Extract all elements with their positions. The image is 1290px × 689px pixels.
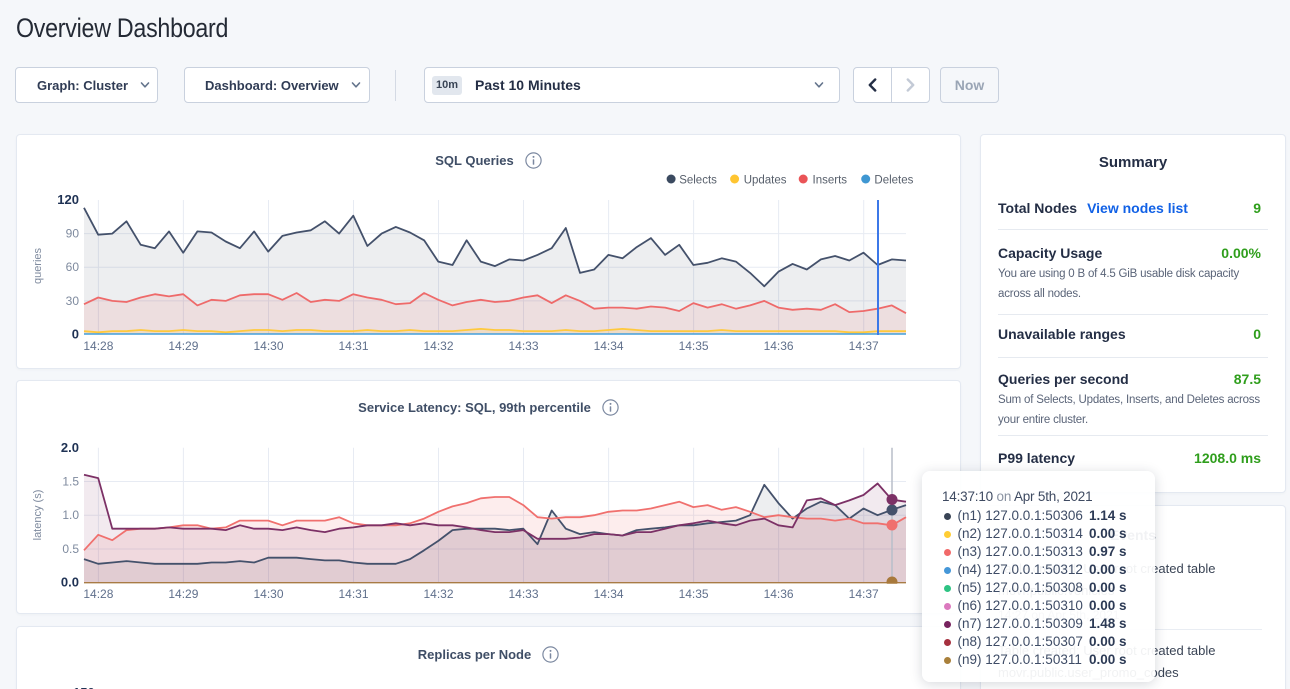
svg-text:queries: queries: [32, 247, 44, 284]
svg-text:14:36: 14:36: [764, 339, 794, 353]
svg-text:Inserts: Inserts: [813, 175, 848, 187]
svg-text:Selects: Selects: [679, 175, 717, 187]
svg-text:14:34: 14:34: [594, 587, 624, 601]
svg-text:0.0: 0.0: [61, 575, 79, 590]
svg-text:14:34: 14:34: [594, 339, 624, 353]
svg-text:14:37: 14:37: [849, 587, 879, 601]
svg-text:14:36: 14:36: [764, 587, 794, 601]
svg-text:14:37: 14:37: [849, 339, 879, 353]
svg-text:14:33: 14:33: [508, 587, 538, 601]
svg-text:14:31: 14:31: [338, 587, 368, 601]
svg-text:14:30: 14:30: [253, 587, 283, 601]
svg-text:0.5: 0.5: [62, 542, 79, 556]
svg-text:14:35: 14:35: [679, 587, 709, 601]
svg-text:14:32: 14:32: [423, 587, 453, 601]
svg-text:2.0: 2.0: [61, 440, 79, 455]
svg-text:14:29: 14:29: [168, 339, 198, 353]
svg-text:Deletes: Deletes: [874, 175, 913, 187]
svg-text:14:35: 14:35: [679, 339, 709, 353]
svg-text:14:29: 14:29: [168, 587, 198, 601]
svg-text:1.0: 1.0: [62, 508, 79, 522]
svg-text:120: 120: [57, 192, 79, 207]
svg-text:Updates: Updates: [744, 175, 787, 187]
svg-text:60: 60: [66, 260, 80, 274]
svg-text:14:32: 14:32: [423, 339, 453, 353]
svg-text:latency (s): latency (s): [32, 490, 44, 541]
svg-text:14:28: 14:28: [83, 339, 113, 353]
svg-text:30: 30: [66, 294, 80, 308]
svg-text:14:28: 14:28: [83, 587, 113, 601]
svg-text:14:31: 14:31: [338, 339, 368, 353]
svg-text:14:30: 14:30: [253, 339, 283, 353]
svg-text:0: 0: [72, 327, 79, 342]
svg-text:90: 90: [66, 227, 80, 241]
svg-text:14:33: 14:33: [508, 339, 538, 353]
svg-text:1.5: 1.5: [62, 475, 79, 489]
